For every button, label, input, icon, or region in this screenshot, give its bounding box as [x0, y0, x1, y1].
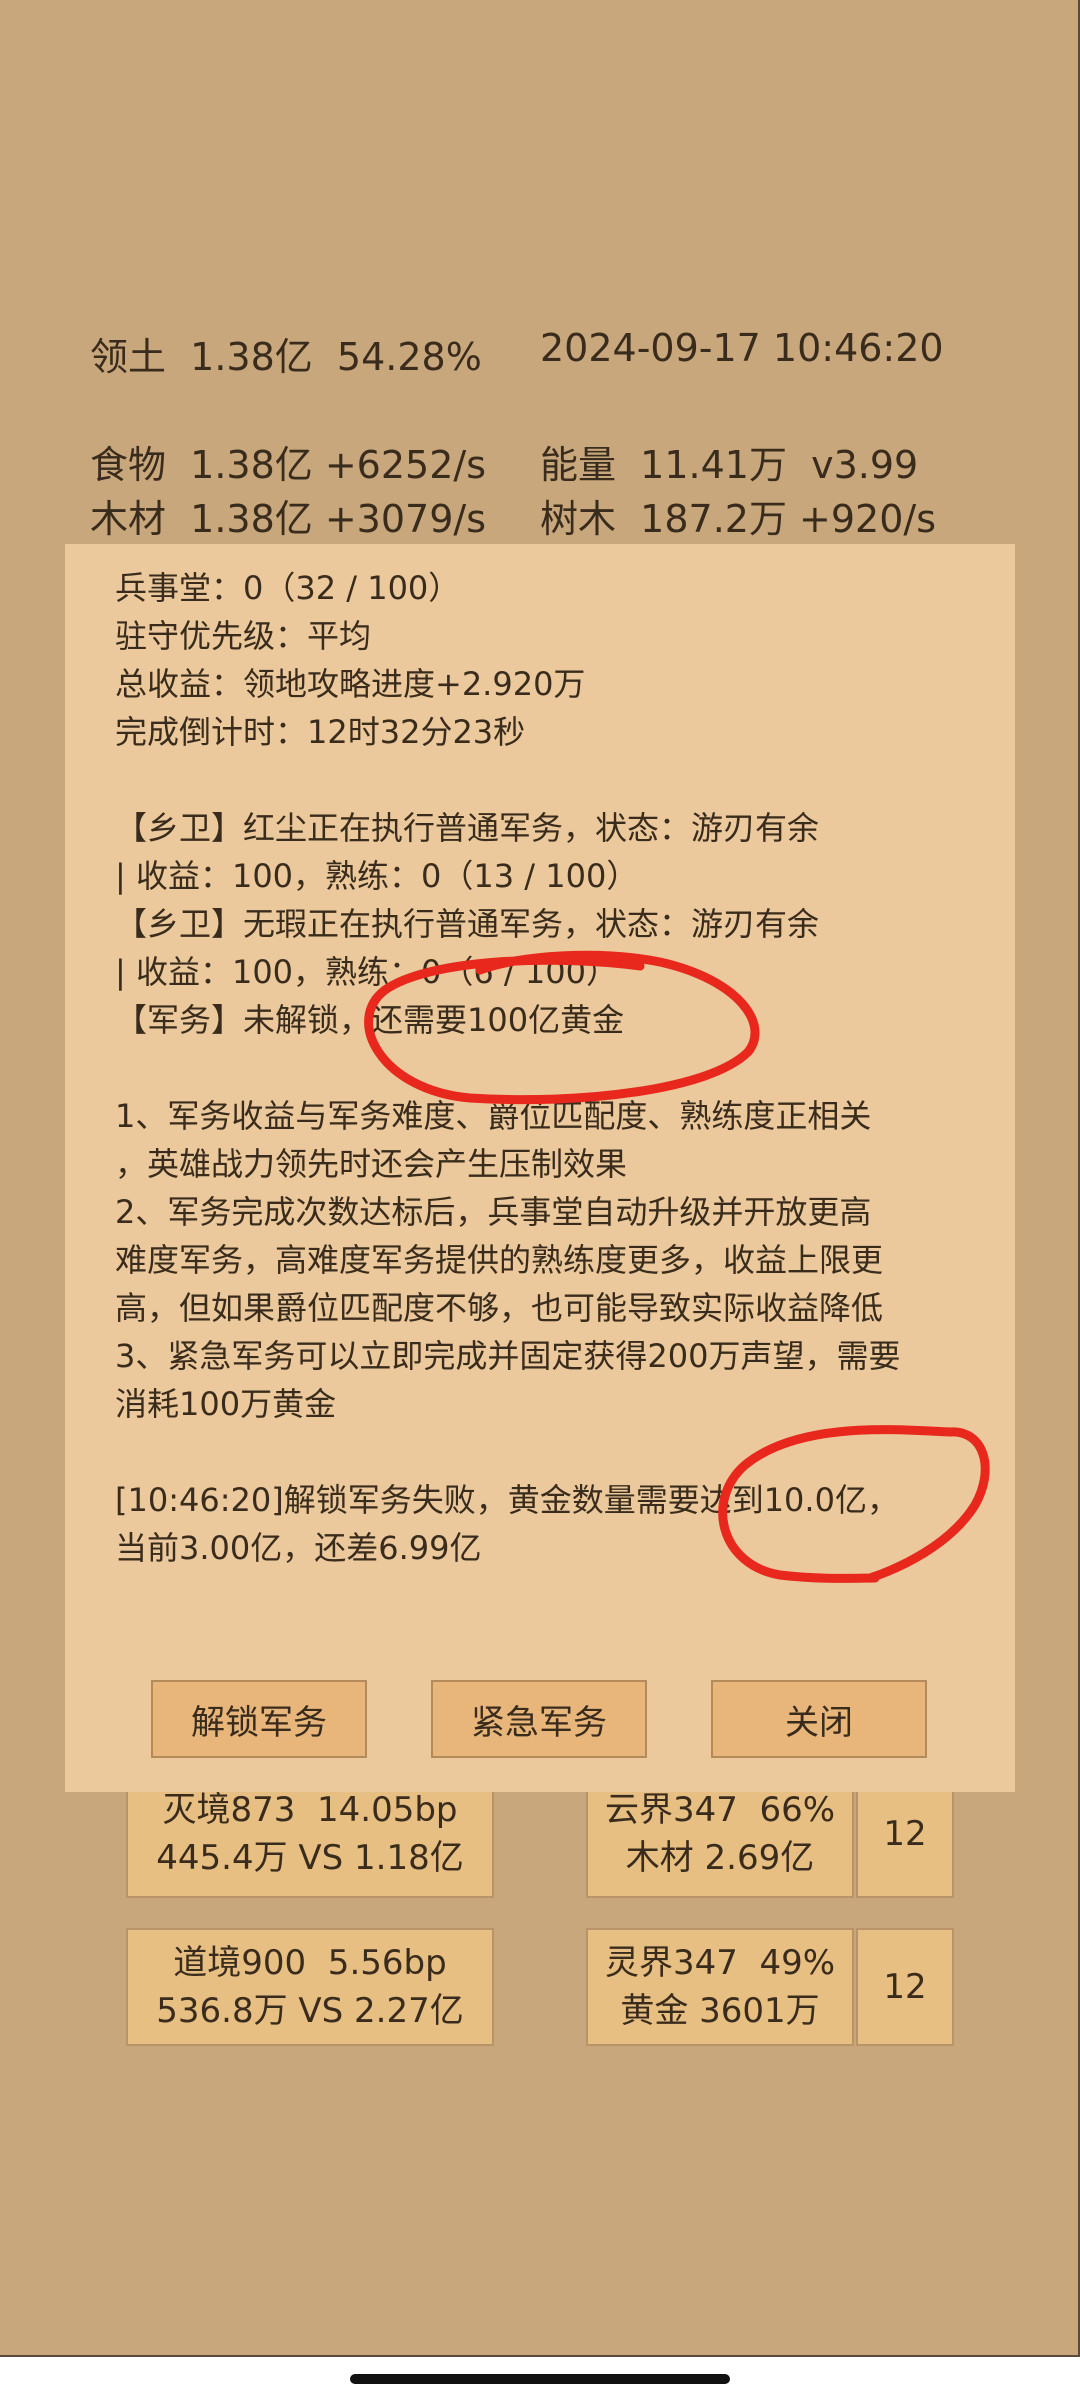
dialog-line: 消耗100万黄金: [115, 1385, 337, 1423]
realm-card-value: 445.4万 VS 1.18亿: [156, 1838, 464, 1878]
world-card-value: 黄金 3601万: [620, 1991, 820, 2031]
dialog-line: 【乡卫】红尘正在执行普通军务，状态：游刃有余: [115, 809, 820, 847]
dialog-line: | 收益：100，熟练：0（6 / 100）: [115, 953, 618, 991]
dialog-line: 总收益：领地攻略进度+2.920万: [115, 665, 586, 703]
dialog-line: ，英雄战力领先时还会产生压制效果: [115, 1145, 628, 1183]
energy-stat: 能量 11.41万 v3.99: [540, 443, 919, 487]
count-label: 12: [883, 1814, 927, 1854]
world-card-title: 云界347 66%: [604, 1790, 836, 1830]
dialog-line: 完成倒计时：12时32分23秒: [115, 713, 526, 751]
dialog-line: 难度军务，高难度军务提供的熟练度更多，收益上限更: [115, 1241, 884, 1279]
world-card-2[interactable]: 灵界347 49% 黄金 3601万: [586, 1928, 854, 2046]
world-card-2-count-button[interactable]: 12: [856, 1928, 954, 2046]
wood-stat: 木材 1.38亿 +3079/s: [90, 497, 486, 541]
datetime: 2024-09-17 10:46:20: [540, 326, 944, 370]
dialog-body: 兵事堂：0（32 / 100） 驻守优先级：平均 总收益：领地攻略进度+2.92…: [115, 564, 995, 1572]
dialog-line: 【军务】未解锁，还需要100亿黄金: [115, 1001, 625, 1039]
trees-stat: 树木 187.2万 +920/s: [540, 497, 936, 541]
dialog-line: 2、军务完成次数达标后，兵事堂自动升级并开放更高: [115, 1193, 872, 1231]
dialog-line: 当前3.00亿，还差6.99亿: [115, 1529, 482, 1567]
military-affairs-dialog: 兵事堂：0（32 / 100） 驻守优先级：平均 总收益：领地攻略进度+2.92…: [65, 544, 1015, 1792]
world-card-title: 灵界347 49%: [604, 1943, 836, 1983]
realm-card-title: 道境900 5.56bp: [173, 1943, 447, 1983]
realm-card-title: 灭境873 14.05bp: [162, 1790, 458, 1830]
dialog-line: | 收益：100，熟练：0（13 / 100）: [115, 857, 639, 895]
unlock-affairs-button[interactable]: 解锁军务: [151, 1680, 367, 1758]
food-stat: 食物 1.38亿 +6252/s: [90, 443, 486, 487]
dialog-line: 高，但如果爵位匹配度不够，也可能导致实际收益降低: [115, 1289, 884, 1327]
count-label: 12: [883, 1967, 927, 2007]
dialog-line: 3、紧急军务可以立即完成并固定获得200万声望，需要: [115, 1337, 901, 1375]
realm-card-2[interactable]: 道境900 5.56bp 536.8万 VS 2.27亿: [126, 1928, 494, 2046]
home-indicator[interactable]: [350, 2374, 730, 2384]
dialog-line: [115, 1044, 995, 1092]
realm-card-value: 536.8万 VS 2.27亿: [156, 1991, 464, 2031]
close-button[interactable]: 关闭: [711, 1680, 927, 1758]
dialog-line: 【乡卫】无瑕正在执行普通军务，状态：游刃有余: [115, 905, 820, 943]
dialog-line: 兵事堂：0（32 / 100）: [115, 569, 461, 607]
world-card-value: 木材 2.69亿: [625, 1838, 815, 1878]
dialog-line: [115, 756, 995, 804]
dialog-line: 1、军务收益与军务难度、爵位匹配度、熟练度正相关: [115, 1097, 872, 1135]
territory-stat: 领土 1.38亿 54.28%: [90, 335, 482, 379]
emergency-affairs-button[interactable]: 紧急军务: [431, 1680, 647, 1758]
dialog-line: [10:46:20]解锁军务失败，黄金数量需要达到10.0亿，: [115, 1481, 899, 1519]
dialog-line: [115, 1428, 995, 1476]
dialog-line: 驻守优先级：平均: [115, 617, 372, 655]
game-screen: 领土 1.38亿 54.28% 2024-09-17 10:46:20 食物 1…: [0, 0, 1080, 2357]
